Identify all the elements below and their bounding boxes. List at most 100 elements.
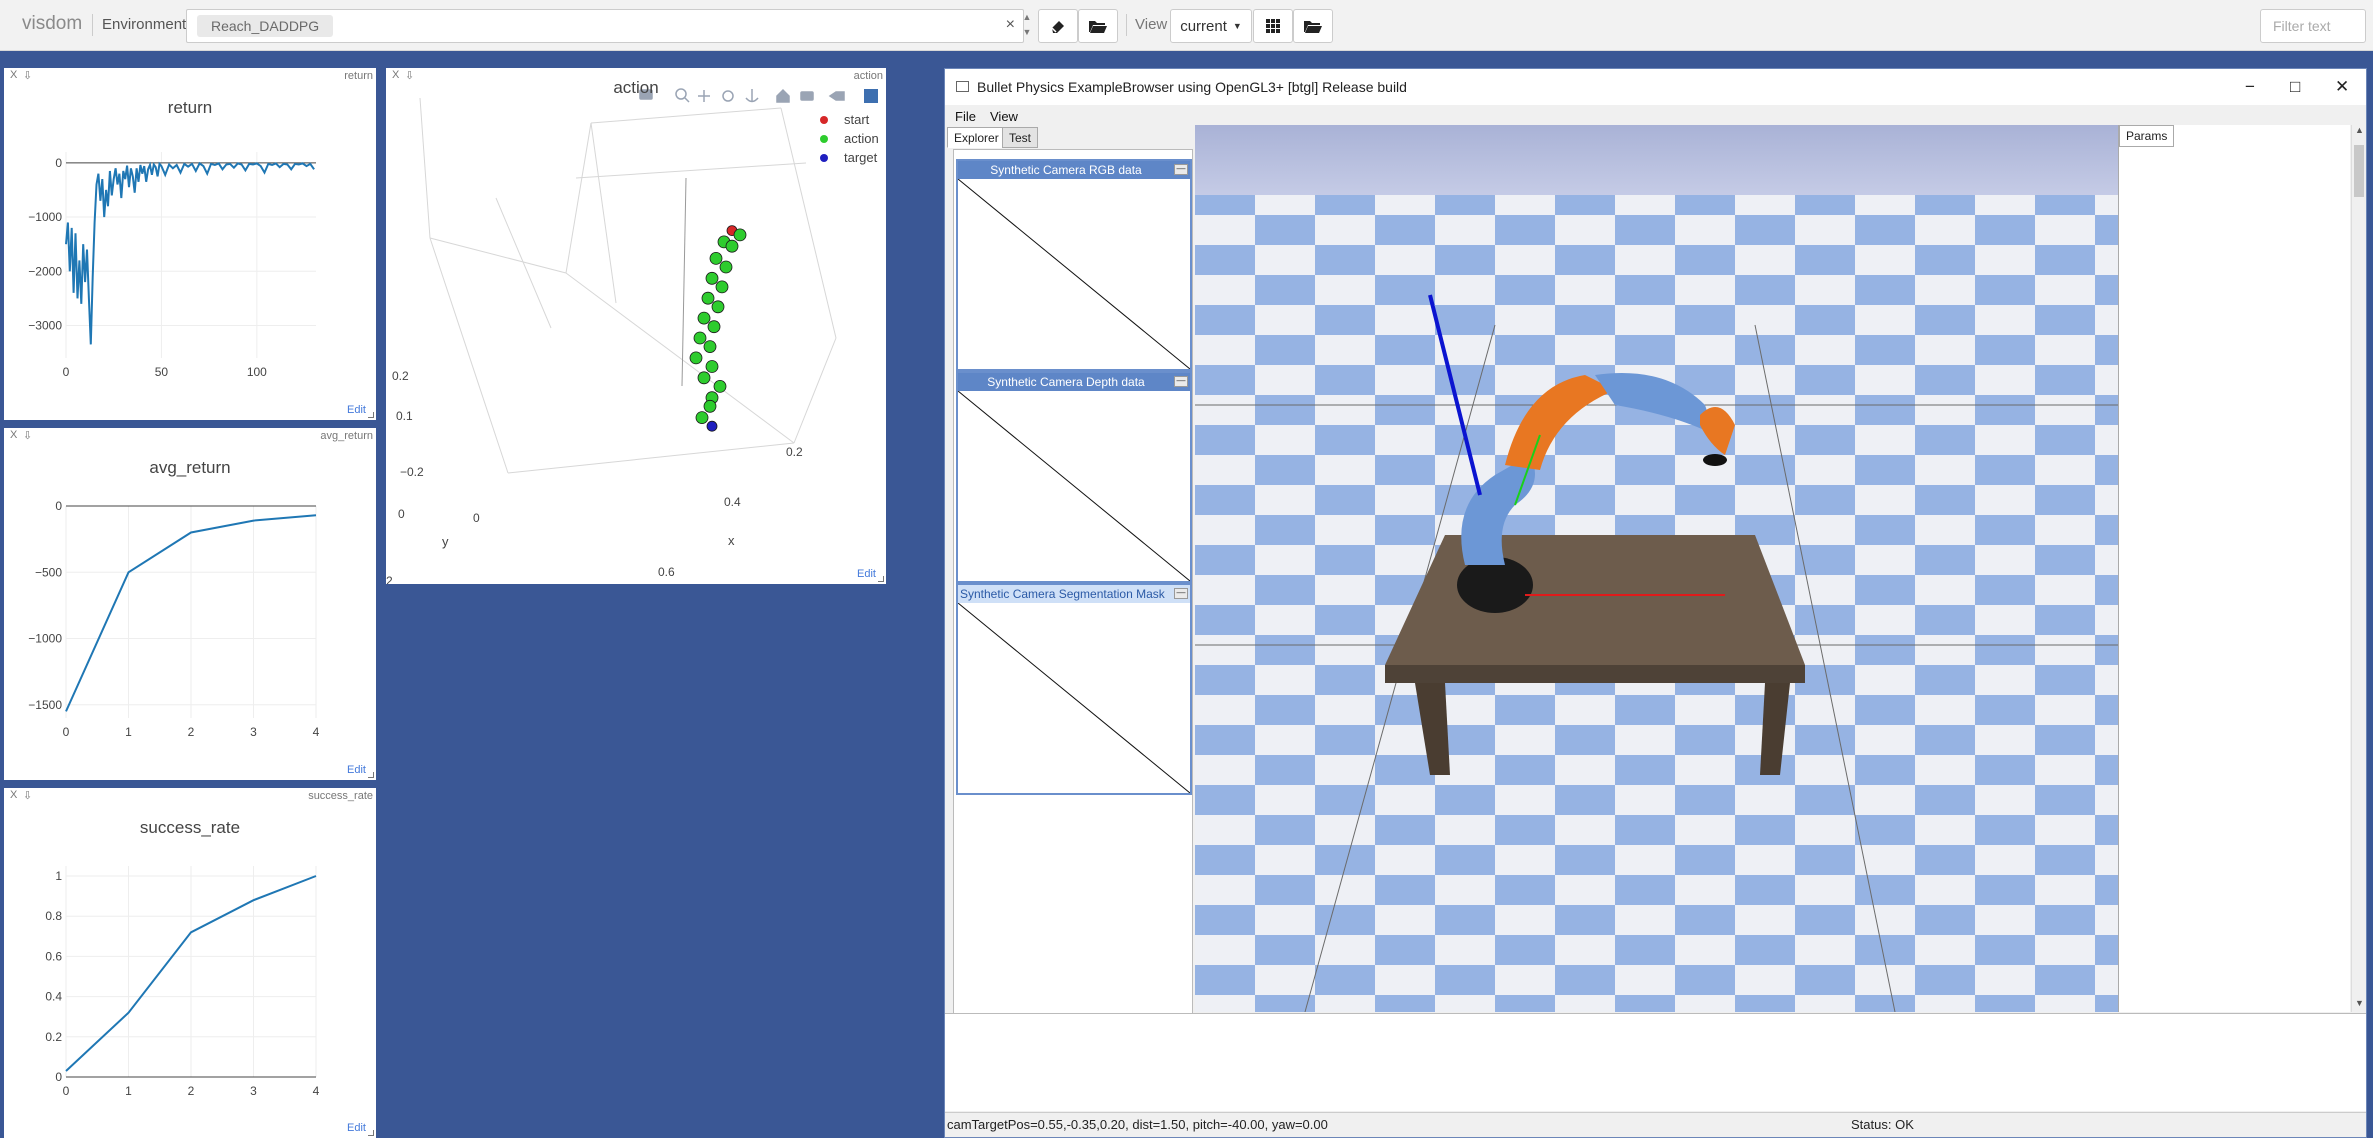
series-line [65, 161, 315, 345]
environment-chip[interactable]: Reach_DADDPG [197, 15, 334, 37]
camera-panel-header[interactable]: Synthetic Camera RGB data — [958, 161, 1190, 179]
edit-link[interactable]: Edit [347, 1122, 366, 1134]
status-text: Status: OK [1851, 1117, 1914, 1132]
x-tick-label: 1 [125, 725, 132, 739]
pane-success-rate[interactable]: X ⇩ success_rate success_rate 0 1 2 3 4 0 0.2 0… [4, 788, 376, 1138]
y-tick-label: 0.2 [386, 574, 393, 584]
sky [1195, 125, 2118, 195]
divider [1126, 14, 1127, 36]
y-tick-label: −1000 [28, 632, 62, 646]
brand-logo: visdom [22, 13, 83, 34]
axis-gridline [507, 442, 795, 474]
camera-panel-header[interactable]: Synthetic Camera Segmentation Mask — [958, 585, 1190, 603]
plotly-logo-icon[interactable] [864, 89, 878, 103]
chevron-down-icon[interactable]: ▼ [1020, 25, 1034, 40]
x-tick-label: 0 [63, 1084, 70, 1098]
environment-spinner[interactable]: ▲ ▼ [1020, 10, 1034, 42]
turntable-rotation-icon[interactable] [745, 89, 759, 103]
vertical-scrollbar[interactable]: ▲ ▼ [2351, 125, 2366, 1012]
bullet-window[interactable]: Bullet Physics ExampleBrowser using Open… [944, 68, 2367, 1138]
menu-file[interactable]: File [955, 109, 976, 124]
console-output[interactable] [945, 1013, 2366, 1111]
success-rate-plot[interactable]: 0 1 2 3 4 0 0.2 0.4 0.6 0.8 1 [4, 788, 376, 1138]
scrollbar-thumb[interactable] [2354, 145, 2364, 197]
camera-panel-header[interactable]: Synthetic Camera Depth data — [958, 373, 1190, 391]
zoom-icon[interactable] [675, 88, 690, 103]
camera-segmentation-panel[interactable]: Synthetic Camera Segmentation Mask — [956, 583, 1192, 795]
filter-input[interactable]: Filter text [2260, 9, 2366, 43]
view-select[interactable]: current ▼ [1170, 9, 1252, 43]
hover-icon[interactable] [800, 91, 814, 101]
orbit-rotation-icon[interactable] [722, 90, 734, 102]
y-tick-label: 0.6 [45, 949, 62, 963]
edit-link[interactable]: Edit [347, 764, 366, 776]
pane-action[interactable]: X ⇩ action action 0.20.40.600.2−0.200.10… [386, 68, 886, 584]
minimize-button[interactable]: − [2245, 77, 2255, 97]
manage-environments-button[interactable] [1078, 9, 1118, 43]
legend-label: start [844, 112, 870, 127]
edit-link[interactable]: Edit [857, 568, 876, 580]
tab-test[interactable]: Test [1002, 127, 1039, 148]
axis-gridline [565, 122, 592, 274]
action-3d-plot[interactable]: action 0.2 0.4 0.6 0 0.2 −0.2 0 0.1 0.2 x y start ac… [386, 68, 886, 584]
axis-gridline [590, 122, 617, 304]
action-point [703, 340, 717, 354]
collapse-button[interactable]: — [1174, 588, 1188, 599]
resize-handle[interactable] [878, 576, 884, 582]
collapse-button[interactable]: — [1174, 164, 1188, 175]
scroll-down-icon[interactable]: ▼ [2352, 998, 2367, 1012]
action-point [733, 228, 747, 242]
reset-camera-icon[interactable] [776, 88, 790, 103]
clear-environment-button[interactable] [1038, 9, 1078, 43]
scroll-up-icon[interactable]: ▲ [2352, 125, 2367, 139]
close-window-button[interactable]: ✕ [2335, 77, 2349, 97]
menu-view[interactable]: View [990, 109, 1018, 124]
environment-label: Environment [102, 16, 187, 33]
y-tick-label: 0.8 [45, 909, 62, 923]
maximize-button[interactable]: □ [2290, 77, 2300, 97]
return-plot[interactable]: 0 50 100 0 −1000 −2000 −3000 [4, 68, 376, 420]
action-point [697, 311, 711, 325]
y-tick-label: −3000 [28, 318, 62, 332]
folder-open-icon [1089, 21, 1107, 33]
resize-handle[interactable] [368, 772, 374, 778]
action-point [715, 280, 729, 294]
caret-down-icon: ▼ [1232, 21, 1242, 31]
window-titlebar[interactable]: Bullet Physics ExampleBrowser using Open… [945, 69, 2366, 105]
tab-params[interactable]: Params [2119, 125, 2175, 147]
x-tick-label: 0.6 [658, 565, 675, 579]
camera-panel-title: Synthetic Camera RGB data [990, 163, 1142, 177]
chevron-up-icon[interactable]: ▲ [1020, 10, 1034, 25]
camera-panel-title: Synthetic Camera Depth data [987, 375, 1145, 389]
legend-label: target [844, 150, 878, 165]
spikelines-icon[interactable] [828, 91, 845, 101]
manage-views-button[interactable] [1293, 9, 1333, 43]
plot-modebar[interactable] [639, 88, 878, 103]
y-tick-label: 0.4 [45, 990, 62, 1004]
resize-handle[interactable] [368, 412, 374, 418]
avg-return-plot[interactable]: 0 1 2 3 4 0 −500 −1000 −1500 [4, 428, 376, 780]
tab-explorer[interactable]: Explorer [947, 127, 1006, 148]
y-tick-label: −1500 [28, 698, 62, 712]
window-title: Bullet Physics ExampleBrowser using Open… [977, 79, 1407, 95]
repack-button[interactable] [1253, 9, 1293, 43]
pane-return[interactable]: X ⇩ return return 0 50 100 0 −1000 −2000 −3000… [4, 68, 376, 420]
axis-gridline [780, 107, 837, 339]
edit-link[interactable]: Edit [347, 404, 366, 416]
axis-gridline [419, 97, 431, 239]
camera-depth-panel[interactable]: Synthetic Camera Depth data — [956, 371, 1192, 583]
action-point [719, 260, 733, 274]
app-icon [956, 81, 969, 92]
legend-marker [820, 154, 828, 162]
target-point [706, 420, 718, 432]
pan-icon[interactable] [698, 90, 710, 102]
x-tick-label: 3 [250, 725, 257, 739]
axis-gridline [429, 237, 509, 474]
camera-rgb-panel[interactable]: Synthetic Camera RGB data — [956, 159, 1192, 371]
pane-avg-return[interactable]: X ⇩ avg_return avg_return 0 1 2 3 4 0 −500 −100… [4, 428, 376, 780]
collapse-button[interactable]: — [1174, 376, 1188, 387]
x-tick-label: 1 [125, 1084, 132, 1098]
resize-handle[interactable] [368, 1130, 374, 1136]
clear-icon[interactable]: × [1006, 16, 1015, 34]
environment-select[interactable]: Reach_DADDPG × [186, 9, 1024, 43]
